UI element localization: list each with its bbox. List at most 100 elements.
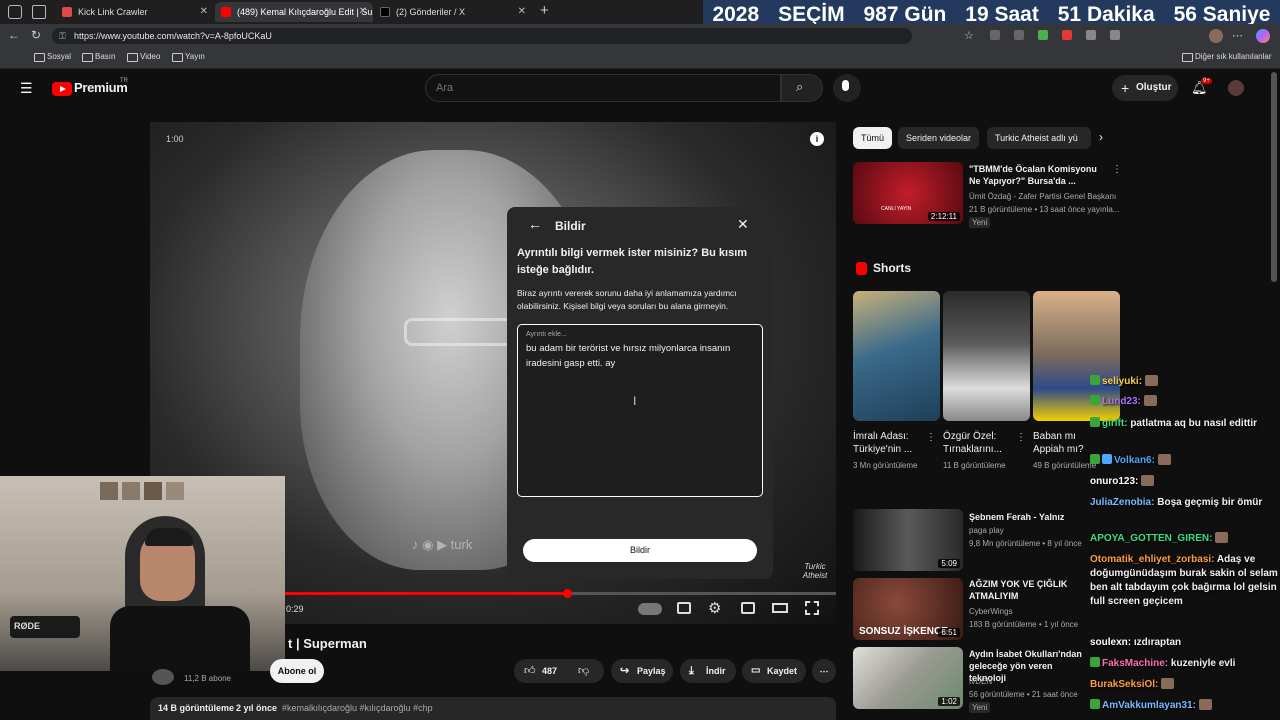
video-channel[interactable]: Ümit Özdağ - Zafer Partisi Genel Başkanı bbox=[969, 191, 1121, 202]
video-channel[interactable]: tvDEN bbox=[969, 676, 992, 687]
menu-dots-icon[interactable]: ⋯ bbox=[1232, 29, 1243, 42]
extension-icon[interactable] bbox=[1038, 30, 1048, 40]
chat-badge-icon bbox=[1090, 454, 1100, 464]
more-vert-icon[interactable]: ⋮ bbox=[1112, 164, 1122, 175]
video-channel[interactable]: paga play bbox=[969, 525, 1004, 536]
bookmark-folder-other[interactable]: Diğer sık kullanılanlar bbox=[1182, 52, 1271, 62]
like-icon[interactable]: 👍︎ bbox=[524, 664, 536, 677]
tab-label: Kick Link Crawler bbox=[78, 7, 148, 17]
extension-icon[interactable] bbox=[1062, 30, 1072, 40]
create-button[interactable]: + Oluştur bbox=[1112, 75, 1178, 101]
url-field[interactable]: ⚿ https://www.youtube.com/watch?v=A-8pfoU… bbox=[52, 28, 912, 44]
bookmark-folder-sosyal[interactable]: Sosyal bbox=[34, 52, 71, 62]
dislike-icon[interactable]: 👎︎ bbox=[578, 664, 589, 677]
tab-actions-icon[interactable] bbox=[32, 5, 46, 19]
chat-message: APOYA_GOTTEN_GIREN: bbox=[1090, 532, 1278, 546]
search-input[interactable]: Ara bbox=[425, 74, 781, 102]
youtube-favicon-icon bbox=[221, 7, 231, 17]
voice-search-button[interactable] bbox=[833, 74, 861, 102]
page-scrollbar-thumb[interactable] bbox=[1271, 72, 1277, 282]
wall-photos bbox=[100, 482, 190, 522]
chip-channel[interactable]: Turkic Atheist adlı yü bbox=[987, 127, 1091, 149]
chat-badge-icon bbox=[1102, 454, 1112, 464]
hamburger-menu-icon[interactable]: ☰ bbox=[20, 80, 33, 97]
download-icon: ⤓ bbox=[689, 665, 694, 677]
create-label: Oluştur bbox=[1136, 82, 1172, 93]
download-button[interactable]: ⤓ İndir bbox=[680, 659, 736, 683]
video-thumbnail[interactable]: 1:02 bbox=[853, 647, 963, 709]
tab-close-icon[interactable]: ✕ bbox=[359, 2, 367, 22]
fullscreen-icon[interactable] bbox=[805, 601, 819, 615]
chat-badge-icon bbox=[1090, 699, 1100, 709]
reload-icon[interactable]: ↻ bbox=[31, 28, 41, 42]
view-count: 14 B görüntüleme bbox=[158, 703, 235, 713]
search-button[interactable]: ⌕ bbox=[781, 74, 823, 102]
more-vert-icon[interactable]: ⋮ bbox=[926, 432, 936, 443]
short-title[interactable]: Baban mı Appiah mı? bbox=[1033, 430, 1093, 456]
bookmark-folder-yayin[interactable]: Yayın bbox=[172, 52, 205, 62]
chat-message: onuro123: bbox=[1090, 475, 1278, 489]
download-label: İndir bbox=[706, 666, 726, 676]
extension-icon[interactable] bbox=[1086, 30, 1096, 40]
bookmark-folder-basin[interactable]: Basın bbox=[82, 52, 115, 62]
channel-avatar[interactable] bbox=[152, 669, 174, 685]
theater-mode-icon[interactable] bbox=[772, 603, 788, 613]
tab-close-icon[interactable]: ✕ bbox=[200, 2, 208, 22]
more-actions-button[interactable]: ⋯ bbox=[812, 659, 836, 683]
account-avatar[interactable] bbox=[1228, 80, 1244, 96]
site-info-icon[interactable]: ⚿ bbox=[59, 28, 66, 44]
hashtags[interactable]: #kemalkılıçdaroğlu #kılıçdaroğlu #chp bbox=[282, 703, 433, 713]
miniplayer-icon[interactable] bbox=[741, 602, 755, 614]
video-title[interactable]: AĞZIM YOK VE ÇIĞLIK ATMALIYIM bbox=[969, 578, 1099, 602]
chat-badge-icon bbox=[1090, 657, 1100, 667]
short-thumbnail[interactable] bbox=[943, 291, 1030, 421]
video-channel[interactable]: CyberWings bbox=[969, 606, 1013, 617]
upload-date: 2 yıl önce bbox=[236, 703, 278, 713]
chevron-right-icon[interactable]: › bbox=[1099, 130, 1103, 144]
video-title[interactable]: Şebnem Ferah - Yalnız bbox=[969, 511, 1109, 523]
video-duration: 1:02 bbox=[938, 697, 960, 706]
share-button[interactable]: ↪ Paylaş bbox=[611, 659, 673, 683]
tab-x-posts[interactable]: (2) Gönderiler / X ✕ bbox=[374, 2, 532, 22]
autoplay-toggle[interactable] bbox=[638, 603, 662, 615]
save-button[interactable]: ▭ Kaydet bbox=[742, 659, 806, 683]
short-thumbnail[interactable] bbox=[853, 291, 940, 421]
bookmark-folder-video[interactable]: Video bbox=[127, 52, 160, 62]
extension-icon[interactable] bbox=[1014, 30, 1024, 40]
back-arrow-icon[interactable]: ← bbox=[8, 28, 20, 42]
chip-all[interactable]: Tümü bbox=[853, 127, 893, 149]
favorite-star-icon[interactable]: ☆ bbox=[964, 29, 974, 42]
chat-message: BurakSeksiOl: bbox=[1090, 678, 1278, 692]
chip-series[interactable]: Seriden videolar bbox=[898, 127, 980, 149]
tab-kick-link-crawler[interactable]: Kick Link Crawler ✕ bbox=[56, 2, 214, 22]
tab-youtube-video[interactable]: (489) Kemal Kılıçdaroğlu Edit | Su ✕ bbox=[215, 2, 373, 22]
save-label: Kaydet bbox=[767, 666, 798, 676]
workspaces-icon[interactable] bbox=[8, 5, 22, 19]
video-thumbnail[interactable]: CANLI YAYIN 2:12:11 bbox=[853, 162, 963, 224]
dialog-back-arrow-icon[interactable]: ← bbox=[528, 216, 542, 232]
short-title[interactable]: Özgür Özel: Tırnaklarını... bbox=[943, 430, 1013, 456]
short-title[interactable]: İmralı Adası: Türkiye'nin ... bbox=[853, 430, 923, 456]
extension-icon[interactable] bbox=[1110, 30, 1120, 40]
info-icon[interactable]: i bbox=[810, 132, 824, 146]
tab-close-icon[interactable]: ✕ bbox=[518, 2, 526, 22]
video-title[interactable]: "TBMM'de Öcalan Komisyonu Ne Yapıyor?" B… bbox=[969, 163, 1109, 187]
share-label: Paylaş bbox=[637, 666, 666, 676]
progress-scrubber-handle[interactable] bbox=[563, 589, 572, 598]
video-thumbnail[interactable]: 5:09 bbox=[853, 509, 963, 571]
more-vert-icon[interactable]: ⋮ bbox=[1016, 432, 1026, 443]
chat-emote-icon bbox=[1143, 395, 1157, 406]
submit-report-button[interactable]: Bildir bbox=[523, 539, 757, 562]
extension-icon[interactable] bbox=[990, 30, 1000, 40]
thumbnail-caption: CANLI YAYIN bbox=[881, 206, 912, 212]
video-thumbnail[interactable]: SONSUZ İŞKENCE 6:51 bbox=[853, 578, 963, 640]
profile-avatar[interactable] bbox=[1209, 29, 1223, 43]
settings-gear-icon[interactable]: ⚙ bbox=[708, 599, 721, 617]
dialog-close-icon[interactable]: ✕ bbox=[737, 216, 749, 233]
youtube-logo-icon[interactable] bbox=[52, 82, 72, 96]
subscribe-button[interactable]: Abone ol bbox=[270, 659, 324, 683]
subtitles-icon[interactable] bbox=[677, 602, 691, 614]
chat-message: Lund23: bbox=[1090, 395, 1278, 409]
copilot-icon[interactable] bbox=[1256, 29, 1270, 43]
new-tab-icon[interactable]: + bbox=[540, 2, 549, 19]
